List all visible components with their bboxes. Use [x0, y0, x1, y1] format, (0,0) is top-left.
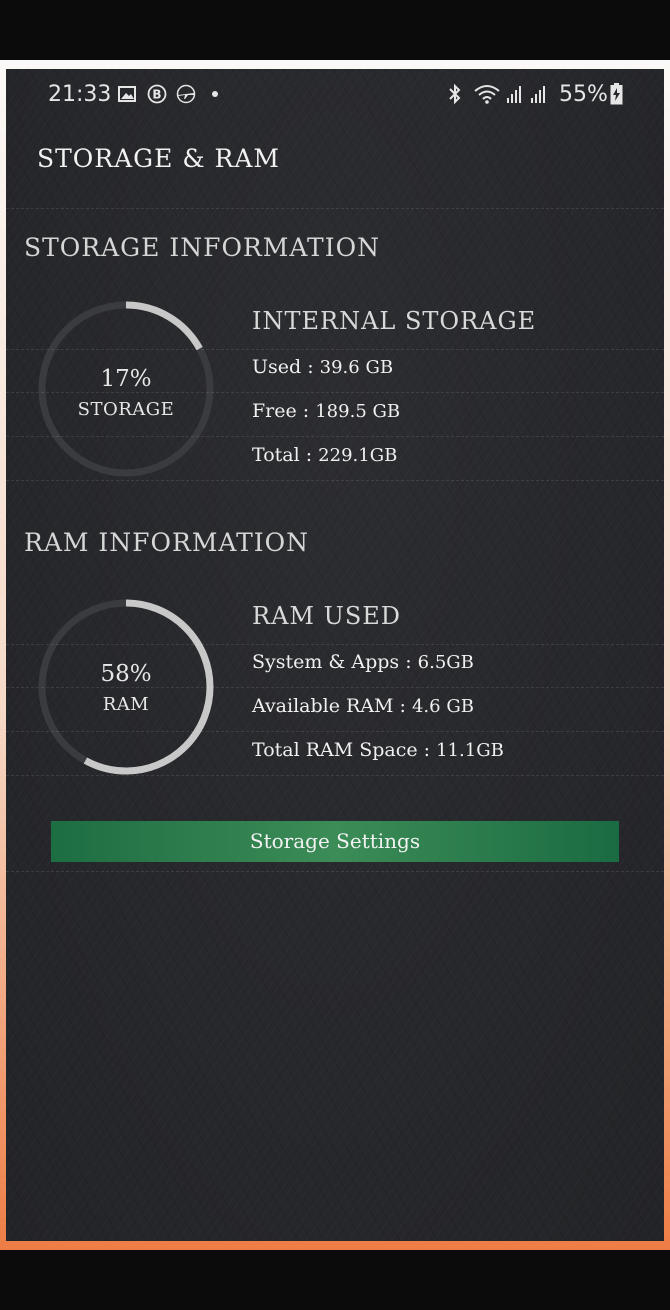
status-bar: 21:33 B 55% [6, 69, 664, 121]
divider [6, 871, 664, 872]
dot-icon [210, 82, 220, 106]
storage-total-value: 229.1GB [318, 445, 398, 466]
bottom-letterbox [0, 1250, 670, 1310]
divider [6, 731, 664, 732]
ram-percent: 58% [100, 661, 152, 687]
ram-system-apps-value: 6.5GB [417, 652, 474, 673]
b-circle-icon: B [146, 82, 168, 106]
storage-used-label: Used : [252, 356, 320, 378]
ram-available-label: Available RAM : [252, 695, 412, 717]
storage-free-value: 189.5 GB [315, 401, 401, 422]
storage-used-row: Used : 39.6 GB [252, 356, 393, 378]
divider [6, 644, 664, 645]
signal-icon [529, 82, 549, 106]
ram-available-value: 4.6 GB [411, 696, 474, 717]
storage-total-row: Total : 229.1GB [252, 444, 397, 466]
ram-available-row: Available RAM : 4.6 GB [252, 695, 474, 717]
battery-percent: 55% [559, 82, 608, 107]
status-time: 21:33 [48, 82, 112, 107]
storage-ring-label: STORAGE [77, 399, 175, 420]
wifi-icon [472, 82, 502, 106]
divider [6, 480, 664, 481]
divider [6, 349, 664, 350]
airplane-icon [174, 82, 198, 106]
signal-icon [505, 82, 525, 106]
divider [6, 436, 664, 437]
ram-used-heading: RAM USED [252, 602, 402, 630]
phone-screen: 21:33 B 55% STORAGE & RAM STORAGE INFORM… [6, 69, 664, 1241]
storage-section-title: STORAGE INFORMATION [24, 233, 380, 262]
ram-total-label: Total RAM Space : [252, 739, 437, 761]
storage-used-value: 39.6 GB [319, 357, 394, 378]
ram-system-apps-label: System & Apps : [252, 651, 418, 673]
storage-settings-button[interactable]: Storage Settings [51, 821, 619, 862]
storage-total-label: Total : [252, 444, 319, 466]
divider [6, 687, 664, 688]
image-icon [117, 82, 137, 106]
svg-text:B: B [152, 88, 161, 102]
divider [6, 775, 664, 776]
ram-section-title: RAM INFORMATION [24, 528, 310, 557]
ram-total-row: Total RAM Space : 11.1GB [252, 739, 504, 761]
bluetooth-icon [446, 82, 464, 106]
internal-storage-heading: INTERNAL STORAGE [252, 307, 537, 335]
storage-percent: 17% [100, 366, 152, 392]
top-letterbox [0, 0, 670, 60]
storage-free-label: Free : [252, 400, 316, 422]
storage-free-row: Free : 189.5 GB [252, 400, 400, 422]
ram-total-value: 11.1GB [436, 740, 504, 761]
ram-system-apps-row: System & Apps : 6.5GB [252, 651, 474, 673]
divider [6, 392, 664, 393]
app-title: STORAGE & RAM [37, 144, 281, 173]
battery-icon [609, 82, 623, 106]
ram-ring-label: RAM [102, 694, 150, 715]
divider [6, 208, 664, 209]
